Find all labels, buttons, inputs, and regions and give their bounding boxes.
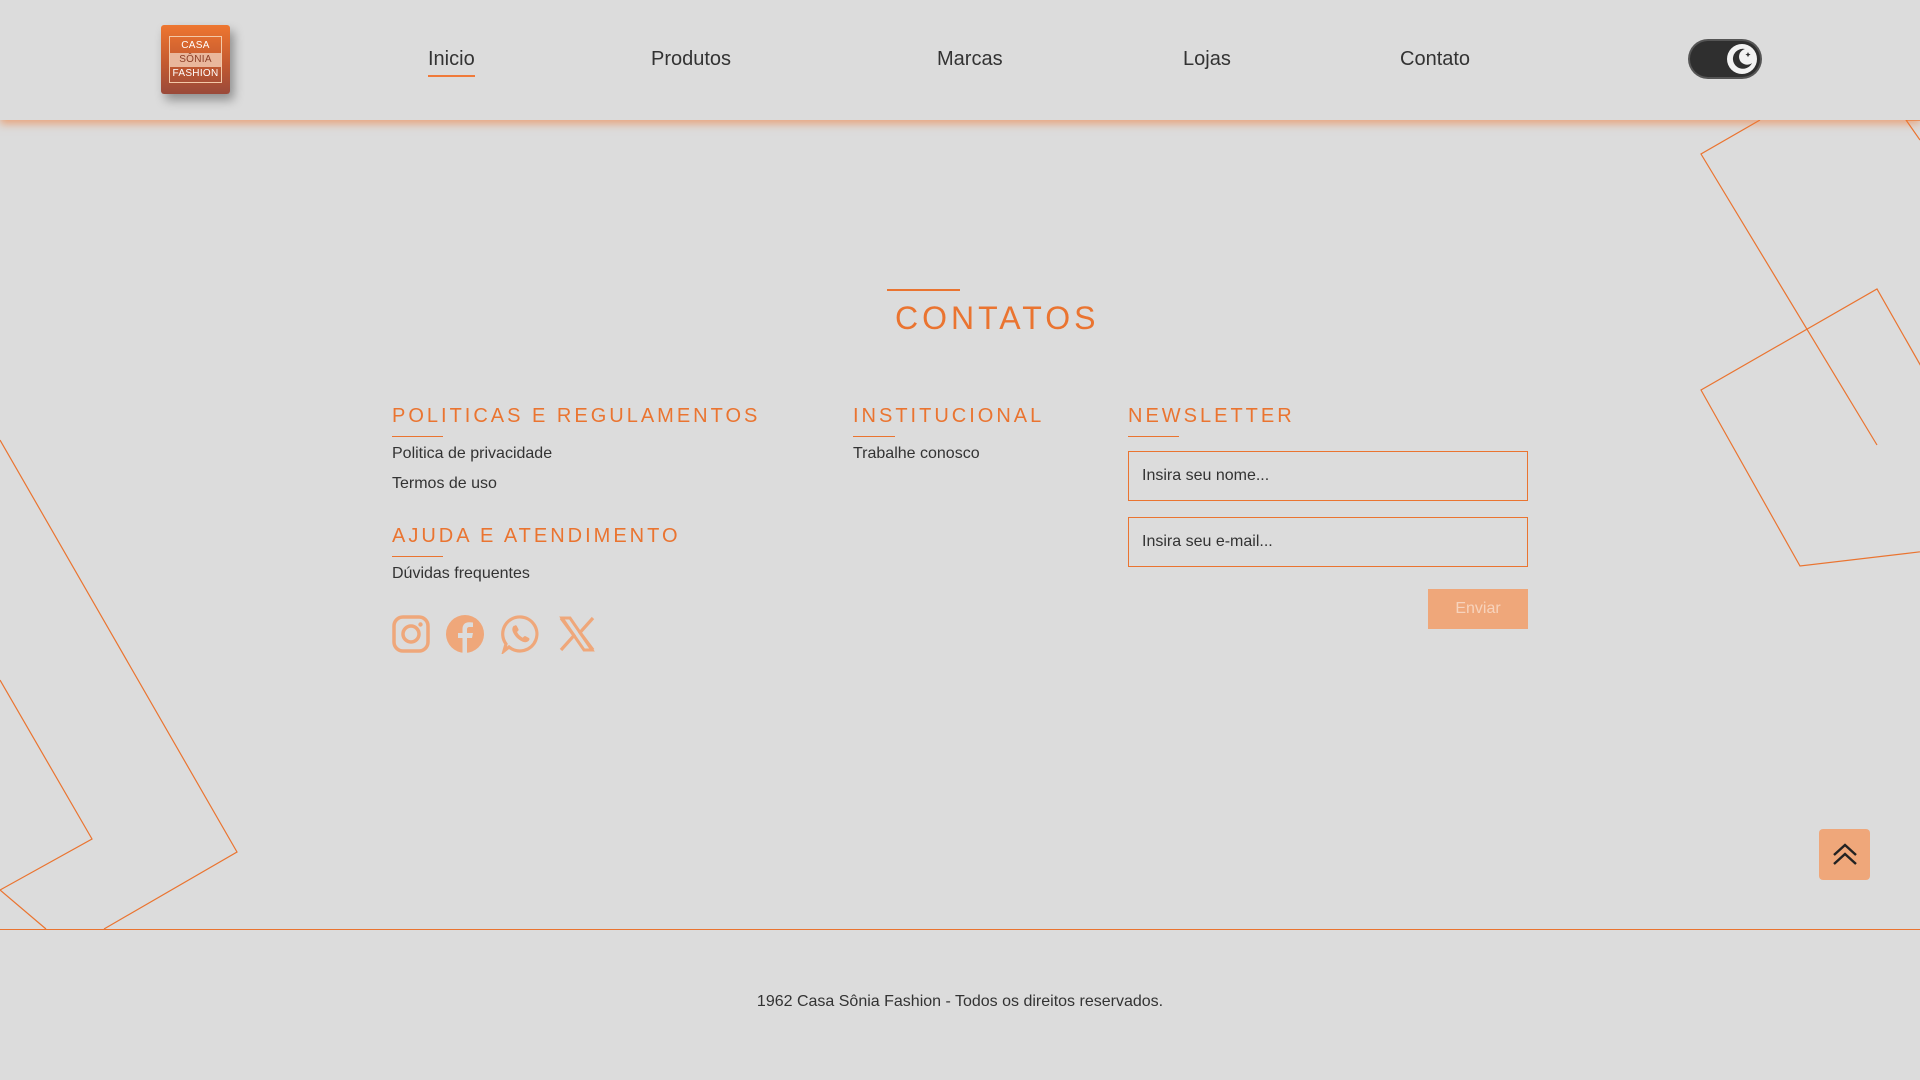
double-chevron-up-icon [1832,842,1857,865]
footer-divider [0,929,1920,930]
institutional-underline [853,436,895,437]
toggle-knob [1727,44,1757,74]
title-underline [887,289,960,291]
section-title: CONTATOS [895,300,1100,336]
site-header: CASA SÔNIA FASHION Inicio Produtos Marca… [0,0,1920,120]
logo-text-fashion: FASHION [172,67,219,79]
instagram-icon[interactable] [391,614,431,654]
policies-heading: POLITICAS E REGULAMENTOS [392,405,761,427]
back-to-top-button[interactable] [1819,829,1870,880]
help-heading: AJUDA E ATENDIMENTO [392,525,681,547]
newsletter-submit-button[interactable]: Enviar [1428,589,1528,629]
nav-item-marcas[interactable]: Marcas [937,48,1003,71]
nav-item-lojas[interactable]: Lojas [1183,48,1231,71]
terms-of-use-link[interactable]: Termos de uso [392,475,497,493]
policies-underline [392,436,443,437]
institutional-heading: INSTITUCIONAL [853,405,1045,427]
newsletter-underline [1128,436,1179,437]
newsletter-name-input[interactable] [1128,451,1528,501]
brand-logo[interactable]: CASA SÔNIA FASHION [161,25,230,94]
logo-text-sonia: SÔNIA [170,52,221,67]
logo-text-casa: CASA [181,39,210,51]
copyright-text: 1962 Casa Sônia Fashion - Todos os direi… [756,993,1164,1010]
nav-item-inicio[interactable]: Inicio [428,48,475,77]
newsletter-heading: NEWSLETTER [1128,405,1295,427]
facebook-icon[interactable] [445,614,485,654]
decorative-lines [0,119,1920,930]
nav-item-contato[interactable]: Contato [1400,48,1470,71]
newsletter-email-input[interactable] [1128,517,1528,567]
moon-icon [1732,48,1752,69]
x-icon[interactable] [557,614,597,654]
whatsapp-icon[interactable] [501,614,541,654]
privacy-policy-link[interactable]: Politica de privacidade [392,445,552,463]
logo-frame: CASA SÔNIA FASHION [169,36,222,83]
help-underline [392,556,443,557]
work-with-us-link[interactable]: Trabalhe conosco [853,445,980,463]
faq-link[interactable]: Dúvidas frequentes [392,565,530,583]
theme-toggle[interactable] [1690,41,1760,77]
nav-item-produtos[interactable]: Produtos [651,48,731,71]
